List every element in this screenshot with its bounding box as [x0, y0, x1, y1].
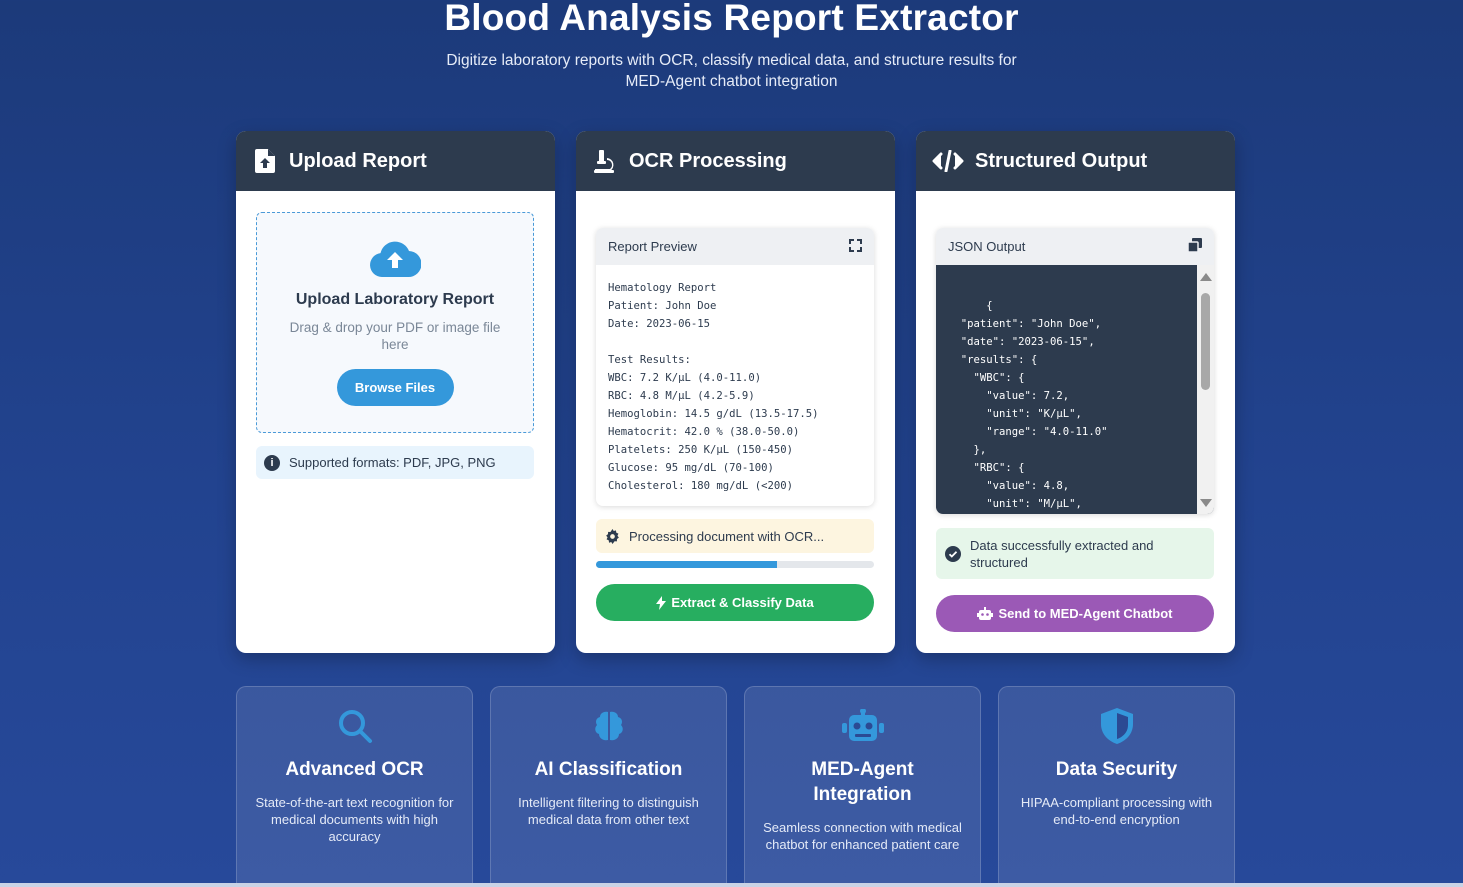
supported-formats-text: Supported formats: PDF, JPG, PNG: [289, 455, 496, 470]
feature-title: MED-Agent Integration: [811, 759, 914, 805]
feature-card-security: Data Security HIPAA-compliant processing…: [998, 686, 1235, 887]
file-upload-icon: [252, 148, 278, 174]
feature-text: Seamless connection with medical chatbot…: [763, 820, 962, 852]
microscope-icon: [592, 148, 618, 174]
send-to-chatbot-button[interactable]: Send to MED-Agent Chatbot: [936, 595, 1214, 632]
drop-zone-title: Upload Laboratory Report: [295, 291, 495, 308]
expand-icon[interactable]: [849, 238, 862, 255]
upload-card-title: Upload Report: [289, 149, 427, 172]
feature-text: HIPAA-compliant processing with end-to-e…: [1020, 795, 1213, 827]
ocr-status-text: Processing document with OCR...: [629, 528, 825, 544]
report-preview-header: Report Preview: [596, 228, 874, 265]
ocr-progress-bar: [596, 561, 874, 568]
robot-icon: [977, 607, 994, 620]
output-card-title: Structured Output: [975, 149, 1148, 172]
feature-text: State-of-the-art text recognition for me…: [255, 795, 454, 844]
feature-text: Intelligent filtering to distinguish med…: [518, 795, 699, 827]
bottom-divider: [0, 883, 1463, 887]
bolt-icon: [656, 595, 667, 610]
code-icon: [932, 148, 964, 174]
upload-card-header: Upload Report: [236, 131, 555, 191]
cloud-upload-icon: [257, 240, 533, 283]
feature-card-ocr: Advanced OCR State-of-the-art text recog…: [236, 686, 473, 887]
output-card-header: Structured Output: [916, 131, 1235, 191]
feature-title: Data Security: [1055, 759, 1178, 780]
extraction-success-text: Data successfully extracted and structur…: [970, 537, 1154, 570]
copy-icon[interactable]: [1187, 238, 1202, 255]
output-card: Structured Output JSON Output { "patient…: [916, 131, 1235, 653]
json-output-panel: JSON Output { "patient": "John Doe", "da…: [936, 228, 1214, 514]
page-header: Blood Analysis Report Extractor Digitize…: [0, 0, 1463, 92]
check-circle-icon: [945, 545, 961, 562]
feature-title: AI Classification: [534, 759, 683, 780]
json-output-header: JSON Output: [936, 228, 1214, 265]
extract-classify-button[interactable]: Extract & Classify Data: [596, 584, 874, 621]
report-preview-text: Hematology Report Patient: John Doe Date…: [608, 282, 819, 492]
feature-title: Advanced OCR: [285, 759, 424, 780]
brain-icon: [491, 707, 726, 745]
ocr-card: OCR Processing Report Preview Hematology…: [576, 131, 895, 653]
ocr-status: Processing document with OCR...: [596, 519, 874, 553]
extraction-success-message: Data successfully extracted and structur…: [936, 528, 1214, 579]
info-icon: i: [264, 454, 280, 471]
page-title: Blood Analysis Report Extractor: [444, 0, 1019, 38]
json-scrollbar[interactable]: [1197, 265, 1214, 514]
drop-zone-text: Drag & drop your PDF or image file here: [289, 320, 501, 352]
browse-files-button[interactable]: Browse Files: [336, 369, 454, 406]
ocr-progress-fill: [596, 561, 777, 568]
scrollbar-thumb[interactable]: [1201, 293, 1210, 390]
shield-icon: [999, 707, 1234, 745]
scroll-up-arrow-icon[interactable]: [1200, 273, 1212, 281]
scroll-down-arrow-icon[interactable]: [1200, 499, 1212, 507]
page-subtitle: Digitize laboratory reports with OCR, cl…: [446, 52, 1017, 90]
ocr-card-header: OCR Processing: [576, 131, 895, 191]
send-to-chatbot-label: Send to MED-Agent Chatbot: [998, 606, 1173, 621]
feature-card-integration: MED-Agent Integration Seamless connectio…: [744, 686, 981, 887]
upload-card: Upload Report Upload Laboratory Report D…: [236, 131, 555, 653]
gear-icon: [606, 528, 619, 544]
report-preview-panel: Report Preview Hematology Report Patient…: [596, 228, 874, 506]
search-icon: [237, 707, 472, 745]
robot-icon: [745, 707, 980, 745]
extract-classify-label: Extract & Classify Data: [671, 595, 814, 610]
drop-zone[interactable]: Upload Laboratory Report Drag & drop you…: [256, 212, 534, 433]
json-output-text: { "patient": "John Doe", "date": "2023-0…: [960, 300, 1108, 510]
json-output-title: JSON Output: [948, 239, 1026, 254]
supported-formats-note: i Supported formats: PDF, JPG, PNG: [256, 446, 534, 479]
report-preview-title: Report Preview: [608, 239, 697, 254]
feature-card-classification: AI Classification Intelligent filtering …: [490, 686, 727, 887]
ocr-card-title: OCR Processing: [629, 149, 787, 172]
json-output-code: { "patient": "John Doe", "date": "2023-0…: [936, 265, 1214, 514]
